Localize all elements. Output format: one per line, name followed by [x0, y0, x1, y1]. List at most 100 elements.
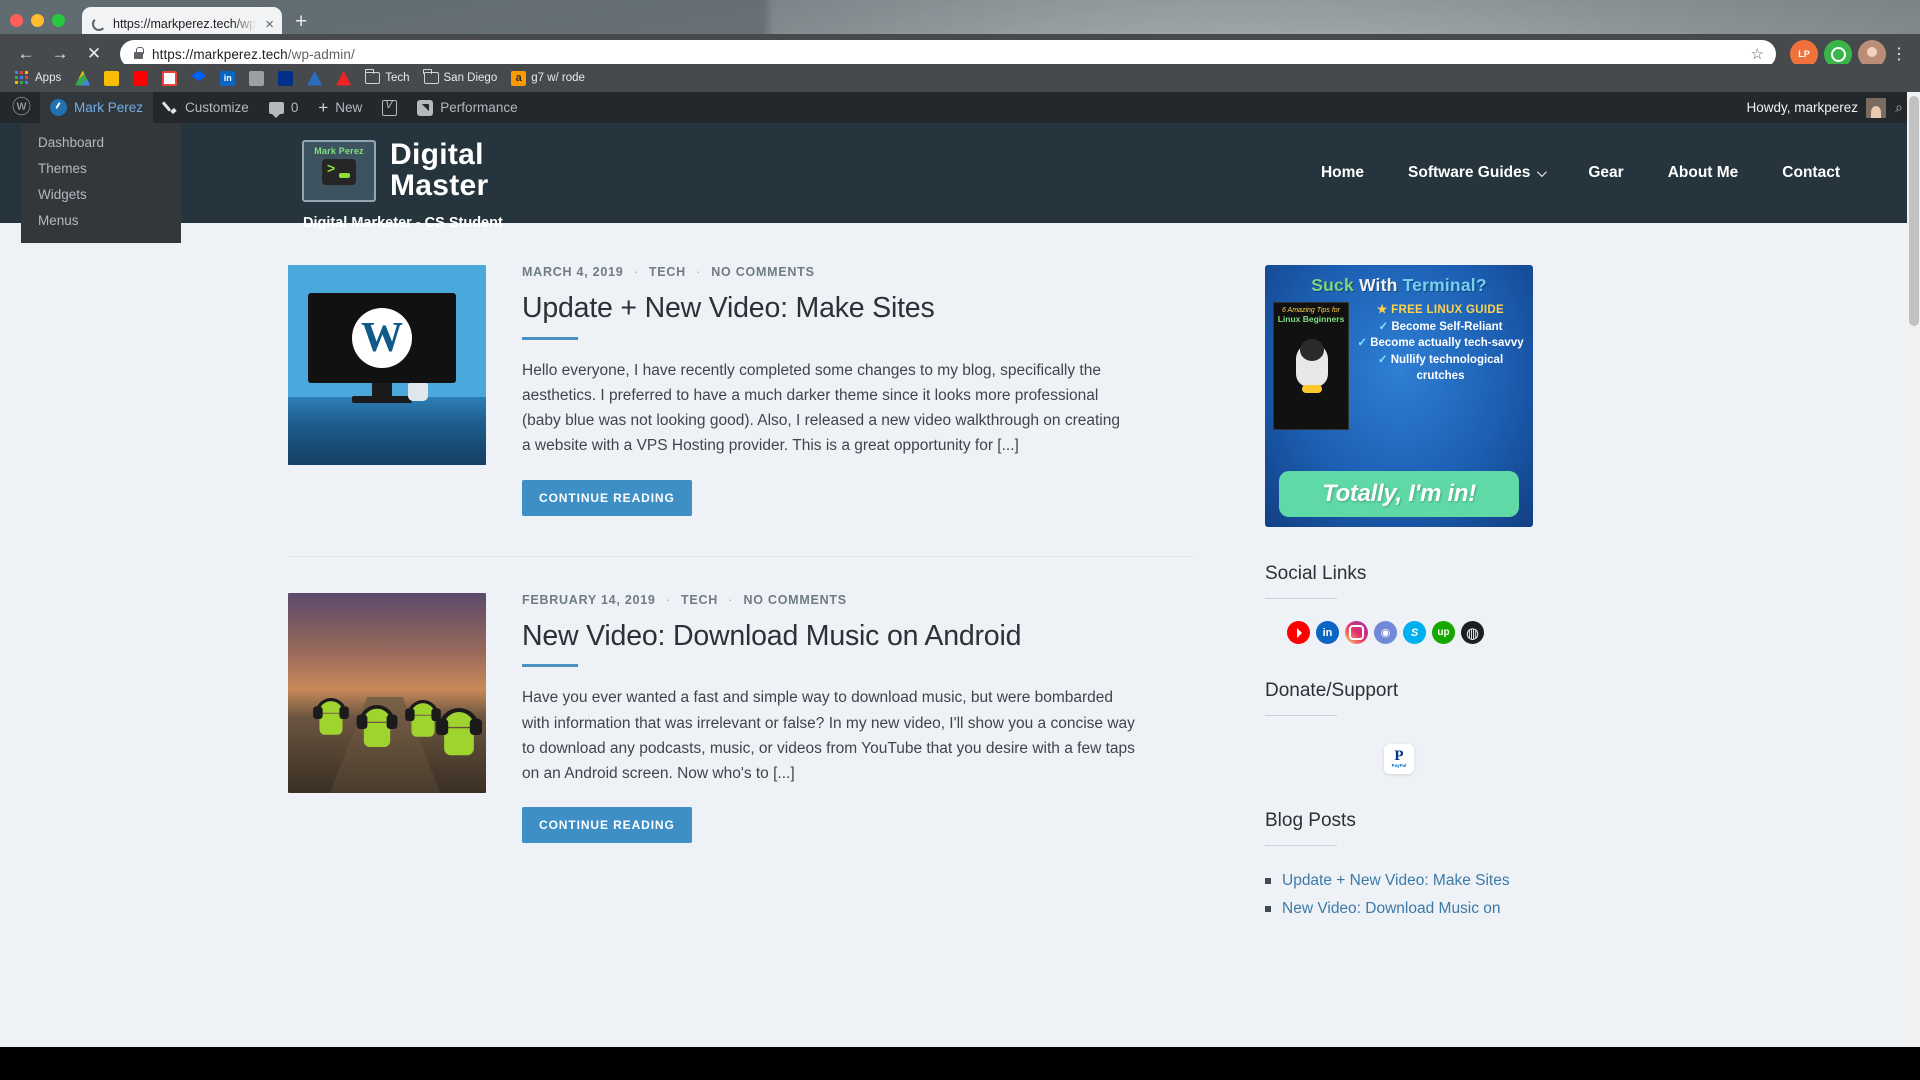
adminbar-new[interactable]: + New: [308, 92, 372, 123]
chrome-menu-icon[interactable]: ⋮: [1888, 46, 1910, 62]
post-title[interactable]: Update + New Video: Make Sites: [522, 292, 1193, 326]
bookmark-folder-tech[interactable]: Tech: [358, 69, 416, 86]
bookmark-g7-rode[interactable]: a g7 w/ rode: [504, 69, 592, 88]
icon-glyph: ◍: [1465, 624, 1480, 642]
continue-reading-button[interactable]: CONTINUE READING: [522, 479, 692, 516]
linkedin-icon: in: [220, 70, 236, 86]
bookmark-linkedin[interactable]: in: [213, 69, 242, 88]
ebook-top-text: 6 Amazing Tips for: [1281, 307, 1341, 314]
android-robot-icon: [356, 704, 398, 753]
logo-name-text: Mark Perez: [314, 146, 364, 156]
post-excerpt: Have you ever wanted a fast and simple w…: [522, 689, 1135, 782]
adminbar-comments[interactable]: 0: [259, 92, 309, 123]
nav-label: Software Guides: [1408, 164, 1531, 181]
blog-post-link[interactable]: Update + New Video: Make Sites: [1282, 870, 1510, 892]
bookmark-paypal[interactable]: [271, 69, 300, 88]
linkedin-icon[interactable]: in: [1316, 621, 1339, 644]
visual-composer-icon: [382, 99, 398, 116]
nav-item-software-guides[interactable]: Software Guides: [1386, 164, 1566, 182]
nav-label: Gear: [1588, 164, 1624, 181]
bookmark-label: Apps: [35, 72, 62, 84]
continue-reading-button[interactable]: CONTINUE READING: [522, 807, 692, 844]
menu-item-widgets[interactable]: Widgets: [21, 181, 181, 207]
post-category[interactable]: TECH: [681, 593, 718, 607]
post-comments[interactable]: NO COMMENTS: [711, 265, 814, 279]
ad-headline: Suck With Terminal?: [1273, 275, 1525, 296]
close-tab-button[interactable]: ×: [263, 17, 276, 32]
adminbar-visual-composer[interactable]: [372, 92, 407, 123]
github-icon[interactable]: ◍: [1461, 621, 1484, 644]
new-tab-button[interactable]: +: [295, 11, 307, 32]
youtube-icon[interactable]: [1287, 621, 1310, 644]
page-viewport: ⓦ Mark Perez Customize 0 + New V Perform…: [0, 92, 1920, 1047]
bookmark-keep[interactable]: [97, 69, 126, 88]
scrollbar-thumb[interactable]: [1909, 96, 1919, 326]
nav-item-home[interactable]: Home: [1299, 164, 1386, 182]
ebook-cover-image: 6 Amazing Tips for Linux Beginners: [1273, 302, 1349, 430]
nav-item-about-me[interactable]: About Me: [1646, 164, 1761, 182]
apps-grid-icon: [15, 70, 30, 86]
post-thumbnail[interactable]: W: [288, 265, 486, 465]
bookmark-atom[interactable]: [300, 69, 329, 88]
menu-item-menus[interactable]: Menus: [21, 207, 181, 233]
site-title-line2: Master: [390, 169, 489, 202]
chevron-down-icon: [1537, 166, 1548, 177]
bookmark-dropbox[interactable]: [184, 69, 213, 88]
icon-glyph: ◉: [1380, 627, 1391, 639]
bookmark-google-drive[interactable]: [68, 69, 97, 88]
menu-item-dashboard[interactable]: Dashboard: [21, 129, 181, 155]
adminbar-right: Howdy, markperez ⌕: [1746, 97, 1920, 118]
wordpress-logo-icon[interactable]: ⓦ: [0, 98, 40, 117]
instagram-icon[interactable]: [1345, 621, 1368, 644]
post-category[interactable]: TECH: [649, 265, 686, 279]
bookmark-gmail[interactable]: [155, 69, 184, 88]
upwork-icon[interactable]: up: [1432, 621, 1455, 644]
page-scrollbar[interactable]: [1907, 92, 1920, 1047]
post-date: FEBRUARY 14, 2019: [522, 592, 656, 607]
site-branding[interactable]: Mark Perez Digital Master: [302, 140, 489, 202]
bookmark-apps[interactable]: Apps: [8, 69, 68, 88]
ad-headline-w3: Terminal?: [1402, 275, 1487, 295]
wordpress-admin-bar: ⓦ Mark Perez Customize 0 + New V Perform…: [0, 92, 1920, 123]
menu-item-themes[interactable]: Themes: [21, 155, 181, 181]
ad-bullet: ✓ Nullify technological crutches: [1356, 352, 1525, 385]
meta-separator: ·: [665, 592, 671, 607]
bookmark-youtube[interactable]: [126, 69, 155, 88]
adminbar-performance[interactable]: Performance: [407, 92, 527, 123]
maximize-window-button[interactable]: [52, 14, 65, 27]
android-robot-icon: [436, 707, 482, 762]
adminbar-customize[interactable]: Customize: [153, 92, 259, 123]
site-name-label: Mark Perez: [74, 100, 144, 115]
paypal-icon[interactable]: P PayPal: [1384, 744, 1414, 774]
window-controls[interactable]: [10, 14, 65, 27]
loading-spinner-icon: [92, 17, 106, 31]
skype-icon[interactable]: S: [1403, 621, 1426, 644]
minimize-window-button[interactable]: [31, 14, 44, 27]
adminbar-site-name[interactable]: Mark Perez: [40, 92, 154, 123]
bookmark-folder-san-diego[interactable]: San Diego: [417, 69, 505, 86]
ad-cta-button[interactable]: Totally, I'm in!: [1279, 471, 1519, 517]
post-comments[interactable]: NO COMMENTS: [743, 593, 846, 607]
site-tagline: Digital Marketer - CS Student: [303, 215, 503, 231]
bookmark-star-icon[interactable]: ☆: [1751, 45, 1764, 63]
ad-bullet-list: ★ FREE LINUX GUIDE ✓ Become Self-Reliant…: [1356, 302, 1525, 430]
blog-post-link[interactable]: New Video: Download Music on: [1282, 898, 1501, 920]
avatar[interactable]: [1866, 97, 1886, 118]
performance-cube-icon: [417, 99, 434, 116]
bookmark-monitor[interactable]: [242, 69, 271, 88]
linux-guide-ad-banner[interactable]: Suck With Terminal? 6 Amazing Tips for L…: [1265, 265, 1533, 527]
bookmark-adobe[interactable]: [329, 69, 358, 88]
folder-icon: [364, 69, 381, 84]
nav-item-gear[interactable]: Gear: [1566, 164, 1645, 182]
nav-item-contact[interactable]: Contact: [1760, 164, 1862, 182]
nav-label: About Me: [1667, 164, 1739, 181]
nav-label: Home: [1320, 164, 1365, 181]
close-window-button[interactable]: [10, 14, 23, 27]
new-label: New: [335, 100, 363, 115]
address-bar-text: https://markperez.tech/wp-admin/: [152, 47, 355, 62]
howdy-label[interactable]: Howdy, markperez: [1746, 100, 1866, 115]
post-title[interactable]: New Video: Download Music on Android: [522, 620, 1193, 654]
monitor-base: [352, 396, 412, 403]
post-thumbnail[interactable]: [288, 592, 486, 793]
discord-icon[interactable]: ◉: [1374, 621, 1397, 644]
